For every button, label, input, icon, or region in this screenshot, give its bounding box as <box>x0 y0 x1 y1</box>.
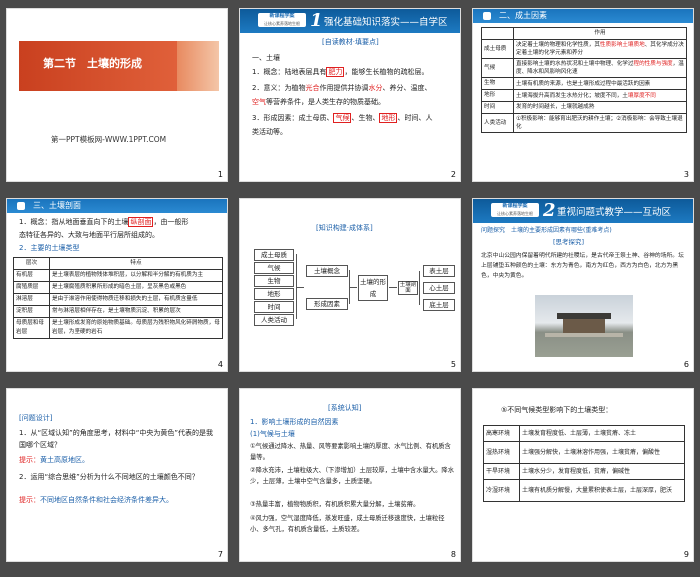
paragraph: 北京中山公园内保留着明代所建的社稷坛，是古代帝王祭土神、谷神的场所。坛上层铺垫五… <box>481 253 684 279</box>
slide-4-heading: 三、土壤剖面 <box>33 201 81 210</box>
slide-1-thumbnail[interactable]: 第二节 土壤的形成 第一PPT模板网-WWW.1PPT.COM 1 <box>6 8 228 182</box>
heading-2: (1)气候与土壤 <box>250 430 295 438</box>
slide-3-thumbnail[interactable]: 二、成土因素 作用 成土母质 决定着土壤的物理和化学性质，其性质影响土壤质地、其化… <box>472 8 694 182</box>
point-3: ③热量丰富，植物物质积，有机质积累大量分解，土壤贫瘠。 <box>250 501 420 508</box>
sub-heading: [系统认知] <box>328 404 362 412</box>
slide-8-thumbnail[interactable]: [系统认知] 1．影响土壤形成的自然因素 (1)气候与土壤 ①气候通过降水、热量… <box>239 388 461 562</box>
climate-soil-table: 高寒环境 土壤发育程度低、土层薄，土壤贫瘠、冻土 湿热环境 土壤强分解快，土壤淋溶作… <box>483 425 685 502</box>
slide-number: 8 <box>450 550 456 559</box>
bullet-icon <box>17 202 25 210</box>
line-1: 1．概念：指从地面垂直向下的土壤 纵剖面 ，由一般形 <box>19 217 189 227</box>
slide-7-thumbnail[interactable]: [问题设计] 1．从“区域认知”的角度思考，材料中“中央为黄色”代表的是我国哪个… <box>6 388 228 562</box>
factor-box: 地形 <box>254 288 294 300</box>
section-number: 2 <box>543 200 556 221</box>
banner-accent <box>177 41 219 91</box>
sub-heading: [思考探究] <box>553 238 585 246</box>
slide-number: 4 <box>217 360 223 369</box>
slide-number: 5 <box>450 360 456 369</box>
slide-6-thumbnail[interactable]: 新课程学案 让核心素养落地生根 2 重视问题式教学——互动区 问题探究 土壤的主要… <box>472 198 694 372</box>
slide-number: 6 <box>683 360 689 369</box>
section-number: 1 <box>310 10 323 31</box>
slide-number: 9 <box>683 550 689 559</box>
slide-3-heading: 二、成土因素 <box>499 11 547 20</box>
header-strip: 二、成土因素 <box>473 9 693 23</box>
point-4: ④风力强，空气湿度降低，蒸发旺盛，成土母质迁移速度快，土壤粒径小、多气孔，有机质… <box>250 515 445 533</box>
connector <box>389 287 397 288</box>
concept-box: 土壤概念 <box>306 265 348 277</box>
factor-box: 气候 <box>254 262 294 274</box>
slide-number: 1 <box>217 170 223 179</box>
question-1: 1．从“区域认知”的角度思考，材料中“中央为黄色”代表的是我国哪个区域？ <box>19 429 213 449</box>
line-5: 类活动等。 <box>252 128 287 136</box>
factors-box: 形成因素 <box>306 298 348 310</box>
layer-box: 表土层 <box>423 265 455 277</box>
factor-box: 时间 <box>254 301 294 313</box>
slide-9-thumbnail[interactable]: ⑤不同气候类型影响下的土壤类型： 高寒环境 土壤发育程度低、土层薄，土壤贫瘠、冻土… <box>472 388 694 562</box>
connector <box>419 271 420 305</box>
slide-number: 3 <box>683 170 689 179</box>
heading-soil: 一、土壤 <box>252 54 280 62</box>
bracket-line <box>296 287 304 288</box>
bullet-icon <box>483 12 491 20</box>
header-strip: 三、土壤剖面 <box>7 199 227 213</box>
answer-1: 提示：黄土高原地区。 <box>19 456 89 464</box>
heading-1: 1．影响土壤形成的自然因素 <box>250 418 339 426</box>
question-2: 2．运用“综合思维”分析为什么不同地区的土壤颜色不同？ <box>19 473 199 481</box>
section-header-bar: 新课程学案 让核心素养落地生根 1 强化基础知识落实——自学区 <box>240 9 460 33</box>
soil-layers-table: 层次 特点 有机层 是土壤表层的植物残体堆积层，以分解和半分解的有机质为主 腐殖质层… <box>13 257 223 339</box>
slide-5-thumbnail[interactable]: [知识构建·成体系] 成土母质 气候 生物 地形 时间 人类活动 土壤概念 形成… <box>239 198 461 372</box>
question-heading: 问题探究 土壤的主要形成因素有哪些(重难考点) <box>481 227 612 234</box>
course-logo: 新课程学案 让核心素养落地生根 <box>258 13 306 27</box>
factor-box: 人类活动 <box>254 314 294 326</box>
factor-box: 生物 <box>254 275 294 287</box>
line-1: 1．概念：陆地表层具有 肥力 ，能够生长植物的疏松层。 <box>252 67 429 77</box>
slide-1-subtitle: 第一PPT模板网-WWW.1PPT.COM <box>51 135 167 144</box>
section-title: 强化基础知识落实——自学区 <box>324 17 448 28</box>
answer-2: 提示：不同地区自然条件和社会经济条件差异大。 <box>19 496 173 504</box>
line-4: 3．形成因素：成土母质、 气候 、生物、 地形 、时间、人 <box>252 113 433 123</box>
center-box: 土壤的形成 <box>358 275 388 301</box>
slide-number: 2 <box>450 170 456 179</box>
point-2: ②降水充沛，土壤粒级大、（下渗增加）土层较厚，土壤中含水量大。降水少，土层薄，土… <box>250 467 454 485</box>
factor-box: 成土母质 <box>254 249 294 261</box>
line-2: 态特征各异的、大致与地面平行层所组成的。 <box>19 231 159 239</box>
sub-heading: [自读教材·填要点] <box>322 38 379 46</box>
point-1: ①气候通过降水、热量、风等要素影响土壤的厚度、水气比例、有机质含量等。 <box>250 443 451 461</box>
line-2: 2．意义：为植物光合作用提供并协调水分、养分、温度、 <box>252 84 432 92</box>
layer-box: 底土层 <box>423 299 455 311</box>
sub-heading: [问题设计] <box>19 414 53 422</box>
temple-photo <box>535 295 633 357</box>
slide-1-title: 第二节 土壤的形成 <box>43 57 142 70</box>
course-logo: 新课程学案 让核心素养落地生根 <box>491 203 539 217</box>
profile-box: 土壤剖面 <box>398 281 418 295</box>
connector <box>349 287 357 288</box>
slide-9-heading: ⑤不同气候类型影响下的土壤类型： <box>501 406 613 414</box>
slide-2-thumbnail[interactable]: 新课程学案 让核心素养落地生根 1 强化基础知识落实——自学区 [自读教材·填要点… <box>239 8 461 182</box>
sub-heading: [知识构建·成体系] <box>316 224 373 232</box>
section-header-bar: 新课程学案 让核心素养落地生根 2 重视问题式教学——互动区 <box>473 199 693 223</box>
slide-number: 7 <box>217 550 223 559</box>
slide-4-thumbnail[interactable]: 三、土壤剖面 1．概念：指从地面垂直向下的土壤 纵剖面 ，由一般形 态特征各异的、大… <box>6 198 228 372</box>
line-3: 空气等营养条件，是人类生存的物质基础。 <box>252 98 385 106</box>
section-title: 重视问题式教学——互动区 <box>557 207 672 218</box>
layer-box: 心土层 <box>423 282 455 294</box>
soil-factors-table: 作用 成土母质 决定着土壤的物理和化学性质，其性质影响土壤质地、其化学成分决定着土… <box>481 27 687 133</box>
sub-heading: 2．主要的土壤类型 <box>19 244 80 252</box>
